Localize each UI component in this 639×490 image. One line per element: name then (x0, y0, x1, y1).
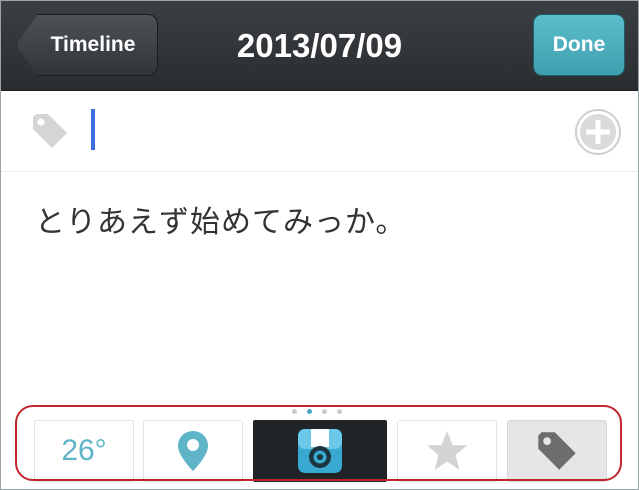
favorite-button[interactable] (397, 420, 497, 482)
tag-entry-row (1, 91, 638, 172)
page-dot (337, 408, 342, 414)
star-icon (427, 431, 467, 470)
location-pin-icon (178, 431, 208, 471)
back-button-label: Timeline (50, 33, 136, 56)
page-dot-active (307, 408, 312, 414)
page-dot (322, 408, 327, 414)
tag-icon (538, 432, 576, 470)
page-title: 2013/07/09 (236, 26, 403, 64)
text-cursor (91, 109, 95, 150)
navigation-bar: Timeline 2013/07/09 Done (1, 1, 638, 91)
tag-button[interactable] (507, 420, 607, 482)
plus-circle-icon[interactable] (575, 109, 621, 155)
tag-input[interactable] (87, 108, 561, 154)
note-body[interactable]: とりあえず始めてみっか。 (35, 197, 615, 241)
page-dot (292, 408, 297, 414)
camera-icon (298, 429, 342, 473)
attachment-toolbar: 26° (21, 416, 621, 486)
done-button[interactable]: Done (533, 14, 625, 76)
app-window: Timeline 2013/07/09 Done とりあえず始めてみっか。 26… (0, 0, 639, 490)
tag-icon (33, 114, 67, 148)
timeline-back-button[interactable]: Timeline (16, 14, 158, 76)
page-indicator (292, 407, 352, 415)
done-button-label: Done (552, 33, 606, 56)
location-button[interactable] (143, 420, 243, 482)
photo-button[interactable] (253, 420, 387, 482)
weather-button[interactable]: 26° (34, 420, 134, 482)
temperature-label: 26° (61, 434, 107, 467)
